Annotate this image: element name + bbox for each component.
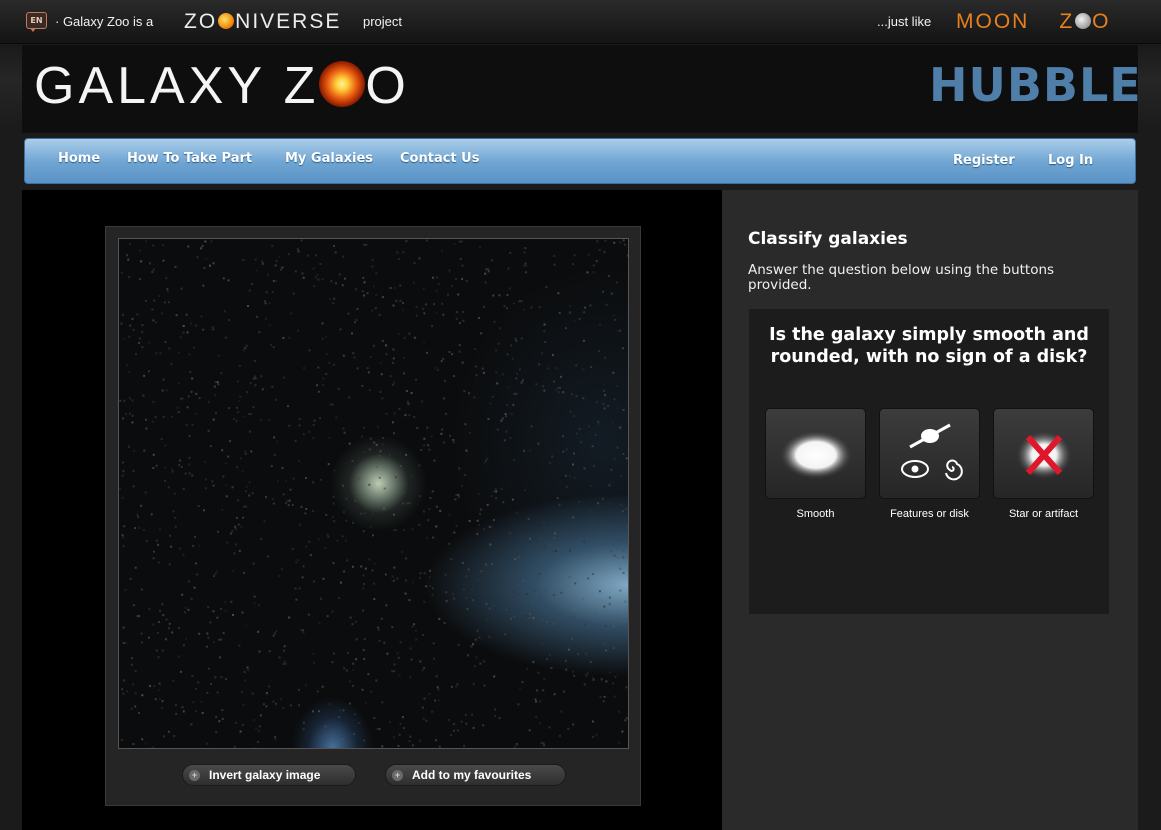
invert-image-button[interactable]: + Invert galaxy image (182, 764, 356, 786)
answer-star-artifact-button[interactable] (993, 408, 1094, 499)
galaxy-o-icon (319, 61, 366, 107)
login-link[interactable]: Log In (1048, 153, 1093, 168)
galaxy-image (118, 238, 629, 749)
answer-smooth-button[interactable] (765, 408, 866, 499)
plus-icon: + (392, 770, 403, 781)
answer-features-label: Features or disk (890, 508, 969, 520)
hubble-edition-label: HUBBLE (929, 58, 1142, 112)
moon-text: MOON (956, 10, 1030, 33)
moon-zoo-logo[interactable]: MOON Z O (956, 10, 1111, 34)
plus-icon: + (189, 770, 200, 781)
nav-home[interactable]: Home (58, 151, 100, 166)
galaxy-zoo-logo-text: GALAXY Z (34, 57, 320, 115)
moon-icon (1075, 13, 1092, 29)
sun-icon (218, 13, 235, 29)
galaxy-zoo-logo[interactable]: GALAXY Z O (34, 56, 410, 116)
features-disk-icon (901, 423, 963, 481)
zooniverse-bar: EN · Galaxy Zoo is a ZO NIVERSE project .… (0, 0, 1161, 44)
star-artifact-icon (1016, 431, 1072, 479)
invert-image-label: Invert galaxy image (209, 768, 321, 782)
zooniverse-text-b: NIVERSE (235, 10, 342, 33)
question-text: Is the galaxy simply smooth and rounded,… (769, 325, 1089, 367)
answer-features-button[interactable] (879, 408, 980, 499)
zooniverse-text-a: ZO (184, 10, 218, 33)
answer-star-artifact-label: Star or artifact (1008, 508, 1079, 520)
project-label: project (363, 14, 403, 29)
smooth-galaxy-icon (780, 431, 852, 479)
nav-my-galaxies[interactable]: My Galaxies (285, 151, 373, 166)
nav-how-to-take-part[interactable]: How To Take Part (127, 151, 252, 166)
galaxy-zoo-logo-end: O (365, 57, 410, 115)
language-selector[interactable]: EN (26, 12, 47, 32)
classify-description: Answer the question below using the butt… (748, 262, 1055, 293)
zooniverse-logo[interactable]: ZO NIVERSE (184, 10, 341, 34)
moon-zoo-z: Z (1059, 10, 1075, 33)
image-noise (119, 239, 628, 748)
just-like-label: ...just like (877, 14, 932, 29)
answer-smooth-label: Smooth (796, 508, 835, 520)
add-favourite-label: Add to my favourites (412, 768, 532, 782)
classify-title: Classify galaxies (748, 229, 908, 249)
add-favourite-button[interactable]: + Add to my favourites (385, 764, 566, 786)
nav-contact-us[interactable]: Contact Us (400, 151, 479, 166)
moon-zoo-o: O (1092, 10, 1111, 33)
tagline: · Galaxy Zoo is a (55, 14, 154, 29)
register-link[interactable]: Register (953, 153, 1015, 168)
